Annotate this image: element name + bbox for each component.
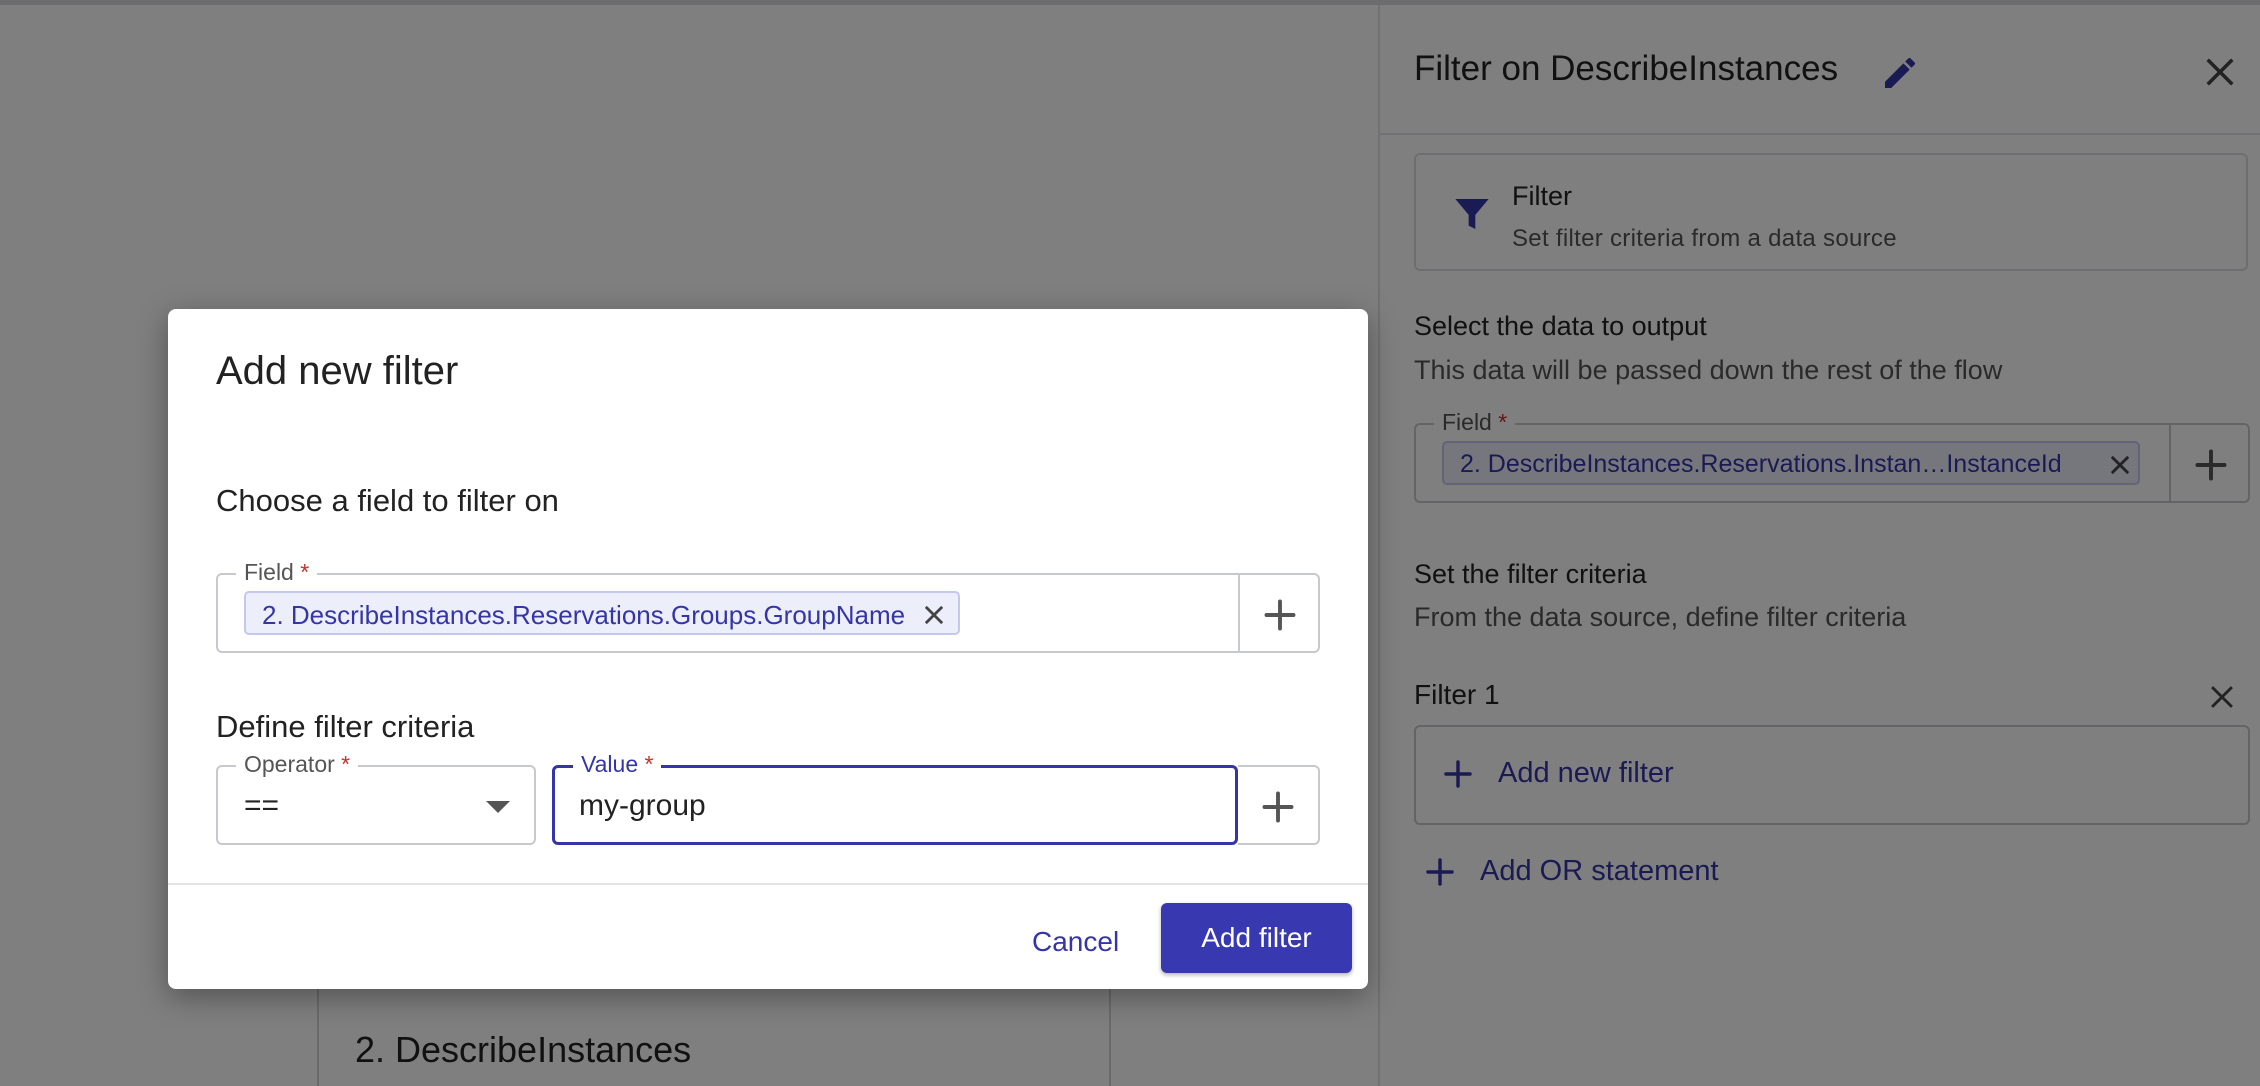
cancel-button[interactable]: Cancel	[1018, 917, 1133, 967]
value-field[interactable]: Value *	[552, 751, 1238, 845]
operator-select[interactable]: Operator * ==	[216, 751, 536, 845]
chip-remove-icon[interactable]	[920, 601, 948, 629]
filter-field-chip-label: 2. DescribeInstances.Reservations.Groups…	[262, 600, 906, 630]
dialog-divider	[168, 883, 1368, 885]
operator-value: ==	[244, 789, 280, 822]
add-filter-button[interactable]: Add filter	[1161, 903, 1352, 973]
dropdown-arrow-icon	[486, 801, 510, 813]
value-label: Value *	[573, 751, 662, 778]
value-input[interactable]	[579, 784, 1199, 828]
filter-field-chip: 2. DescribeInstances.Reservations.Groups…	[244, 591, 960, 635]
filter-field-add-button[interactable]	[1238, 573, 1320, 653]
operator-label: Operator *	[236, 751, 359, 778]
add-filter-dialog: Add new filter Choose a field to filter …	[168, 309, 1368, 989]
field-section-title: Choose a field to filter on	[216, 483, 559, 518]
criteria-section-title: Define filter criteria	[216, 709, 475, 744]
filter-field-select[interactable]: Field * 2. DescribeInstances.Reservation…	[216, 559, 1238, 653]
plus-icon	[1264, 599, 1296, 631]
value-add-button[interactable]	[1238, 765, 1320, 845]
filter-field-label: Field *	[236, 559, 318, 586]
dialog-title: Add new filter	[216, 349, 459, 393]
plus-icon	[1262, 791, 1294, 823]
